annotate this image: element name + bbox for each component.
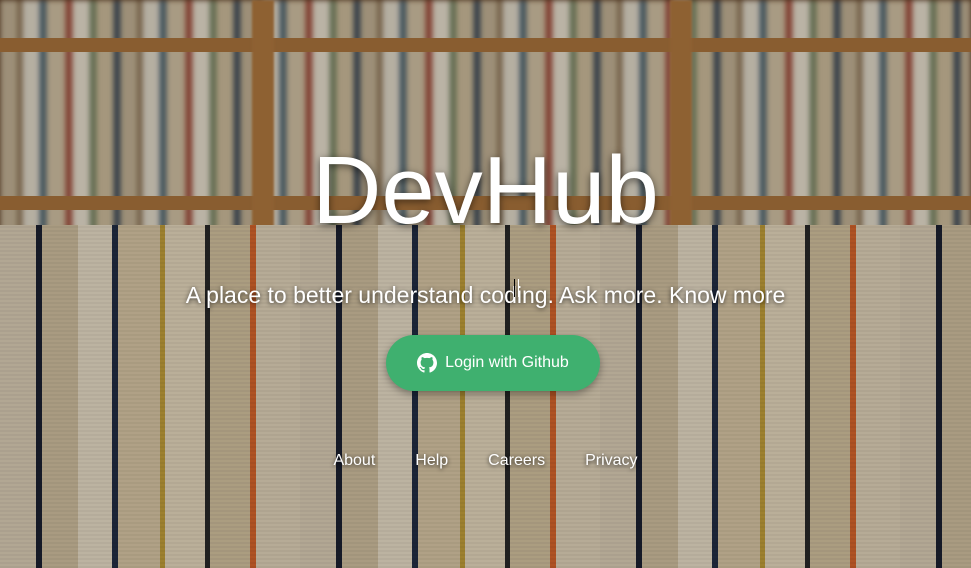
footer-link-help[interactable]: Help bbox=[415, 452, 448, 470]
footer-link-privacy[interactable]: Privacy bbox=[585, 452, 637, 470]
footer-link-about[interactable]: About bbox=[333, 452, 375, 470]
landing-hero: DevHub A place to better understand codi… bbox=[0, 0, 971, 568]
login-button-label: Login with Github bbox=[445, 354, 569, 371]
github-icon bbox=[417, 353, 438, 373]
login-with-github-button[interactable]: Login with Github bbox=[386, 335, 600, 391]
footer-link-careers[interactable]: Careers bbox=[488, 452, 545, 470]
footer-nav: About Help Careers Privacy bbox=[0, 452, 971, 470]
page-title: DevHub bbox=[312, 137, 659, 244]
text-cursor-icon bbox=[514, 279, 519, 297]
page-subtitle: A place to better understand coding. Ask… bbox=[185, 282, 786, 308]
